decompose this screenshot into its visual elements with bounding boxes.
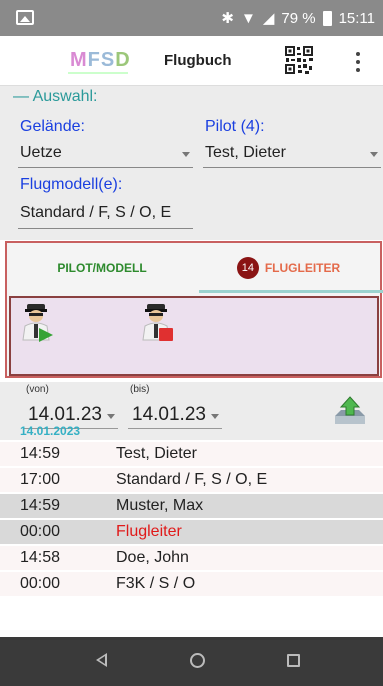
list-item[interactable]: 00:00 Flugleiter <box>0 520 383 544</box>
app-logo: MFSD <box>70 49 131 71</box>
entry-text: Test, Dieter <box>116 445 197 462</box>
entry-text: Muster, Max <box>116 497 204 514</box>
tab-flugleiter-label: FLUGLEITER <box>264 261 341 275</box>
entry-time: 14:59 <box>20 445 61 462</box>
battery-percent: 79 % <box>281 9 316 27</box>
list-item[interactable]: 00:00 F3K / S / O <box>0 572 383 596</box>
home-icon[interactable] <box>190 653 205 668</box>
bis-label: (bis) <box>130 384 150 395</box>
list-item[interactable]: 17:00 Standard / F, S / O, E <box>0 468 383 492</box>
chevron-down-icon <box>107 414 115 419</box>
wifi-icon: ▼ <box>240 9 256 27</box>
list-item[interactable]: 14:58 Doe, John <box>0 546 383 570</box>
pilot-dropdown[interactable]: Test, Dieter <box>205 144 286 162</box>
flight-leader-actions <box>9 296 379 376</box>
status-bar: ✱ ▼ ◢ 79 % 15:11 <box>0 0 383 36</box>
back-icon-inner <box>99 656 105 664</box>
tab-flugleiter[interactable]: 14 FLUGLEITER <box>197 243 380 293</box>
qr-code-icon[interactable] <box>283 44 315 76</box>
image-icon <box>16 10 34 25</box>
list-date-header: 14.01.2023 <box>20 424 81 438</box>
mode-panel: PILOT/MODELL 14 FLUGLEITER <box>5 241 383 378</box>
entry-text: Doe, John <box>116 549 189 566</box>
entry-text: Standard / F, S / O, E <box>116 471 268 488</box>
pilot-underline <box>203 167 381 168</box>
entry-text: Flugleiter <box>116 523 182 540</box>
count-badge: 14 <box>236 257 259 279</box>
list-item[interactable]: 14:59 Test, Dieter <box>0 442 383 466</box>
gelaende-underline <box>18 167 193 168</box>
gelaende-label: Gelände: <box>20 118 85 135</box>
status-icons: ✱ ▼ ◢ 79 % 15:11 <box>221 9 375 28</box>
chevron-down-icon <box>370 152 378 157</box>
battery-icon <box>322 10 332 26</box>
entry-text: F3K / S / O <box>116 575 196 592</box>
entry-time: 14:58 <box>20 549 61 566</box>
bis-underline <box>128 428 222 429</box>
von-label: (von) <box>26 384 49 395</box>
von-date-picker[interactable]: 14.01.23 <box>28 404 102 426</box>
recent-apps-icon[interactable] <box>287 654 300 667</box>
flugmodell-underline <box>18 228 193 229</box>
signal-icon: ◢ <box>262 10 275 27</box>
entry-time: 17:00 <box>20 471 61 488</box>
page-title: Flugbuch <box>164 52 232 69</box>
logo-underline <box>68 72 128 74</box>
flugmodell-label: Flugmodell(e): <box>20 176 123 193</box>
bis-date-picker[interactable]: 14.01.23 <box>132 404 206 426</box>
tab-pilot-modell[interactable]: PILOT/MODELL <box>7 243 197 293</box>
selection-panel: — Auswahl: Gelände: Uetze Pilot (4): Tes… <box>0 86 383 240</box>
gelaende-dropdown[interactable]: Uetze <box>20 144 62 162</box>
pilot-label: Pilot (4): <box>205 118 265 135</box>
upload-icon[interactable] <box>333 396 367 426</box>
chevron-down-icon <box>211 414 219 419</box>
chevron-down-icon <box>182 152 190 157</box>
more-vert-icon[interactable] <box>350 48 366 74</box>
system-nav-bar <box>0 637 383 686</box>
selection-header[interactable]: — Auswahl: <box>13 88 97 106</box>
active-tab-indicator <box>199 290 383 293</box>
pilot-play-icon[interactable] <box>19 302 55 342</box>
list-item[interactable]: 14:59 Muster, Max <box>0 494 383 518</box>
pilot-stop-icon[interactable] <box>139 302 175 342</box>
entry-time: 00:00 <box>20 575 61 592</box>
entry-time: 00:00 <box>20 523 61 540</box>
clock: 15:11 <box>338 9 375 27</box>
bluetooth-icon: ✱ <box>221 10 234 27</box>
flugmodell-dropdown[interactable]: Standard / F, S / O, E <box>20 204 192 222</box>
entry-time: 14:59 <box>20 497 61 514</box>
app-bar: MFSD Flugbuch <box>0 36 383 86</box>
